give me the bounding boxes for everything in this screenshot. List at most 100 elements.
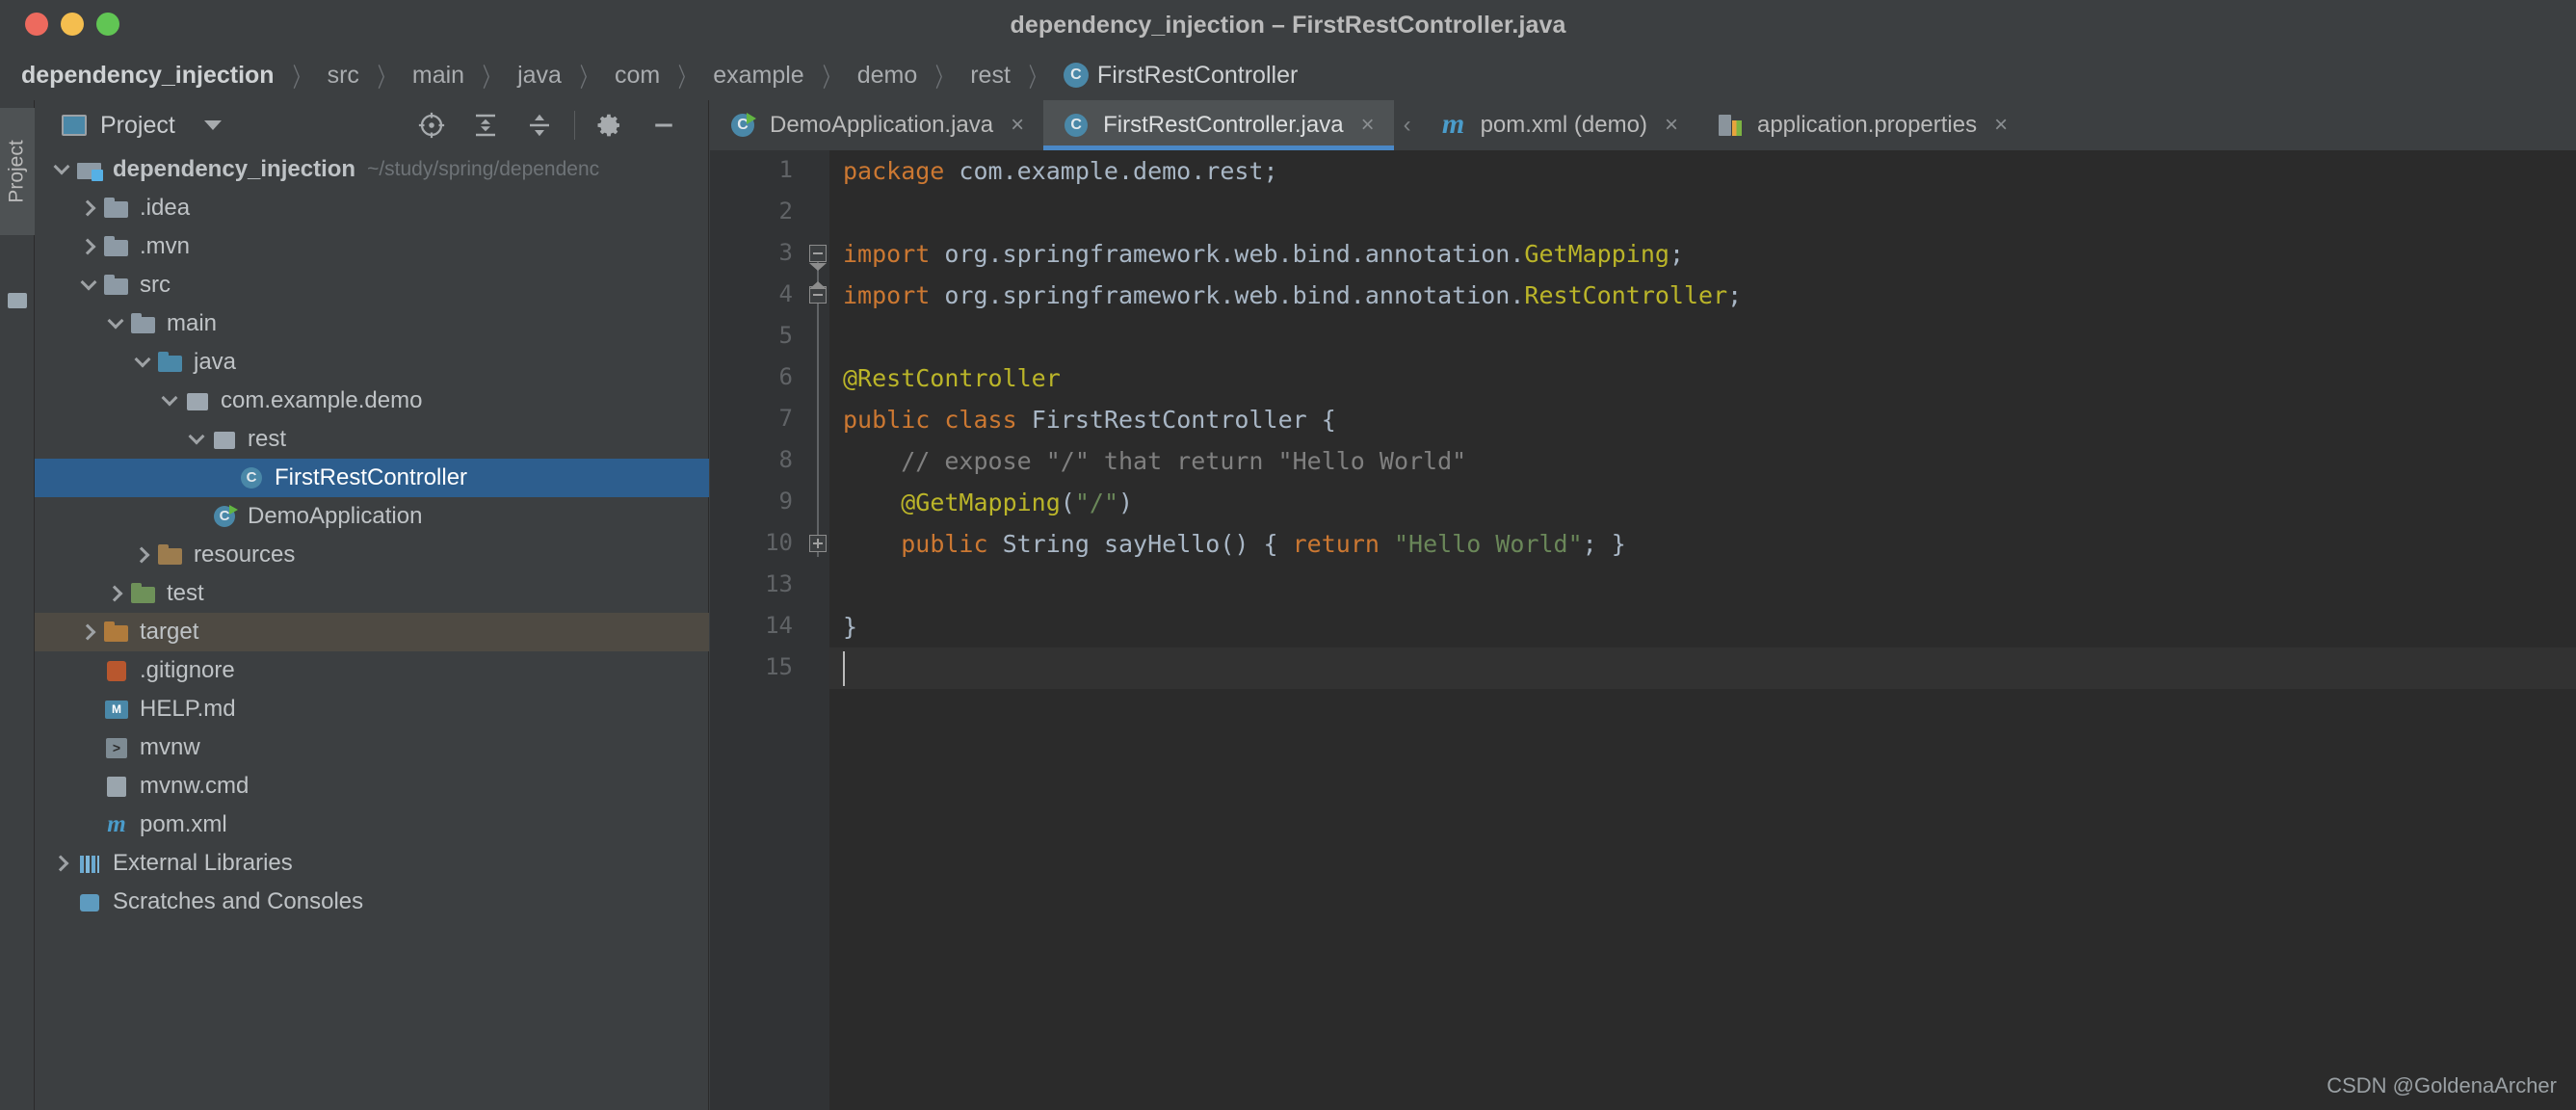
editor-area: DemoApplication.java×FirstRestController… (710, 100, 2576, 1110)
editor-tab-bar[interactable]: DemoApplication.java×FirstRestController… (710, 100, 2576, 150)
code-token: @GetMapping (901, 489, 1061, 516)
code-token: } (843, 613, 858, 641)
fold-collapse-icon[interactable] (809, 245, 827, 262)
chevron-down-icon[interactable] (203, 120, 222, 130)
editor-tab-firstrestcontroller-java[interactable]: FirstRestController.java × (1043, 100, 1395, 150)
tree-item-resources[interactable]: resources (35, 536, 709, 574)
tree-item-pom-xml[interactable]: pom.xml (35, 806, 709, 844)
tree-item-demoapplication[interactable]: DemoApplication (35, 497, 709, 536)
code-editor-surface[interactable]: package com.example.demo.rest; import org… (829, 150, 2576, 1110)
tree-item-firstrestcontroller[interactable]: FirstRestController (35, 459, 709, 497)
chevron-down-icon[interactable] (79, 275, 100, 296)
tool-window-tab-project[interactable]: Project (0, 108, 35, 235)
editor-fold-strip[interactable] (806, 150, 829, 1110)
close-icon[interactable]: × (1361, 114, 1375, 137)
locate-icon[interactable] (405, 100, 459, 150)
editor-gutter[interactable]: 1 2 3 4 5 6 7 8 9 10 13 14 15 (710, 150, 806, 1110)
chevron-down-icon[interactable] (160, 390, 181, 411)
project-tree[interactable]: dependency_injection ~/study/spring/depen… (35, 150, 709, 1110)
breadcrumb-item-java[interactable]: java (517, 62, 562, 90)
code-line: } (843, 606, 857, 648)
breadcrumb-item-example[interactable]: example (713, 62, 804, 90)
breadcrumb: dependency_injection 〉 src 〉 main 〉 java… (0, 50, 2576, 100)
tree-item-idea[interactable]: .idea (35, 189, 709, 227)
code-token: ; (1669, 240, 1684, 268)
tree-item-label: .idea (140, 195, 191, 221)
tree-item-src[interactable]: src (35, 266, 709, 304)
breadcrumb-separator-icon: 〉 (934, 63, 953, 92)
chevron-down-icon[interactable] (187, 429, 208, 450)
chevron-down-icon[interactable] (52, 159, 73, 180)
line-number: 5 (778, 322, 793, 349)
editor-tab-label: DemoApplication.java (770, 112, 994, 138)
chevron-right-icon[interactable] (79, 236, 100, 257)
tree-item-mvnw[interactable]: mvnw (35, 728, 709, 767)
code-token: ( (1060, 489, 1075, 516)
structure-icon[interactable] (8, 293, 27, 308)
tree-item-mvnw-cmd[interactable]: mvnw.cmd (35, 767, 709, 806)
breadcrumb-item-src[interactable]: src (328, 62, 359, 90)
tree-item-main[interactable]: main (35, 304, 709, 343)
code-token: "Hello World" (1393, 530, 1583, 558)
editor-tab-demoapplication-java[interactable]: DemoApplication.java × (710, 100, 1043, 150)
minimize-icon[interactable] (637, 100, 691, 150)
left-tool-window-strip: Project (0, 100, 35, 1110)
line-number: 3 (778, 239, 793, 266)
tree-item-dependency-injection[interactable]: dependency_injection ~/study/spring/depen… (35, 150, 709, 189)
close-icon[interactable]: × (1994, 114, 2008, 137)
editor-tab-pom-xml-demo[interactable]: pom.xml (demo) × (1421, 100, 1697, 150)
tab-scroll-left-icon[interactable]: ‹ (1394, 100, 1421, 150)
breadcrumb-item-class[interactable]: C FirstRestController (1063, 62, 1298, 90)
tree-item-gitignore[interactable]: .gitignore (35, 651, 709, 690)
chevron-down-icon[interactable] (133, 352, 154, 373)
tree-item-external-libraries[interactable]: External Libraries (35, 844, 709, 883)
breadcrumb-separator-icon: 〉 (292, 63, 309, 92)
tree-item-label: .gitignore (140, 657, 235, 683)
code-token: org.springframework.web.bind.annotation. (930, 281, 1525, 309)
chevron-right-icon[interactable] (79, 198, 100, 219)
cls-icon (239, 467, 264, 489)
breadcrumb-item-project[interactable]: dependency_injection (21, 62, 275, 90)
tree-item-label: External Libraries (113, 850, 293, 876)
tree-item-scratches-and-consoles[interactable]: Scratches and Consoles (35, 883, 709, 921)
expand-all-icon[interactable] (459, 100, 513, 150)
tree-item-rest[interactable]: rest (35, 420, 709, 459)
tree-item-help-md[interactable]: HELP.md (35, 690, 709, 728)
title-bar: dependency_injection – FirstRestControll… (0, 0, 2576, 50)
text-caret (843, 651, 845, 686)
tree-item-java[interactable]: java (35, 343, 709, 382)
gear-icon[interactable] (583, 100, 637, 150)
chevron-down-icon[interactable] (106, 313, 127, 334)
chevron-right-icon[interactable] (52, 853, 73, 874)
editor-tab-application-properties[interactable]: application.properties × (1697, 100, 2027, 150)
collapse-all-icon[interactable] (513, 100, 566, 150)
tree-item-com-example-demo[interactable]: com.example.demo (35, 382, 709, 420)
code-line: import org.springframework.web.bind.anno… (843, 233, 1684, 275)
maven-icon (1440, 110, 1467, 139)
folder-test-icon (131, 583, 156, 604)
line-number: 14 (765, 612, 793, 639)
chevron-right-icon[interactable] (79, 621, 100, 643)
close-icon[interactable]: × (1011, 114, 1024, 137)
chevron-right-icon[interactable] (106, 583, 127, 604)
folder-res-icon (158, 544, 183, 566)
lib-icon (77, 853, 102, 874)
folder-icon (104, 236, 129, 257)
tree-item-target[interactable]: target (35, 613, 709, 651)
tree-item-test[interactable]: test (35, 574, 709, 613)
code-token: return (1292, 530, 1380, 558)
breadcrumb-item-demo[interactable]: demo (857, 62, 918, 90)
window-title: dependency_injection – FirstRestControll… (1010, 11, 1566, 39)
fold-expand-icon[interactable] (809, 535, 827, 552)
chevron-right-icon[interactable] (133, 544, 154, 566)
breadcrumb-item-com[interactable]: com (615, 62, 660, 90)
line-number: 8 (778, 446, 793, 473)
breadcrumb-item-rest[interactable]: rest (970, 62, 1011, 90)
folder-icon (104, 198, 129, 219)
breadcrumb-item-main[interactable]: main (412, 62, 464, 90)
close-icon[interactable]: × (1665, 114, 1678, 137)
tree-item-mvn[interactable]: .mvn (35, 227, 709, 266)
